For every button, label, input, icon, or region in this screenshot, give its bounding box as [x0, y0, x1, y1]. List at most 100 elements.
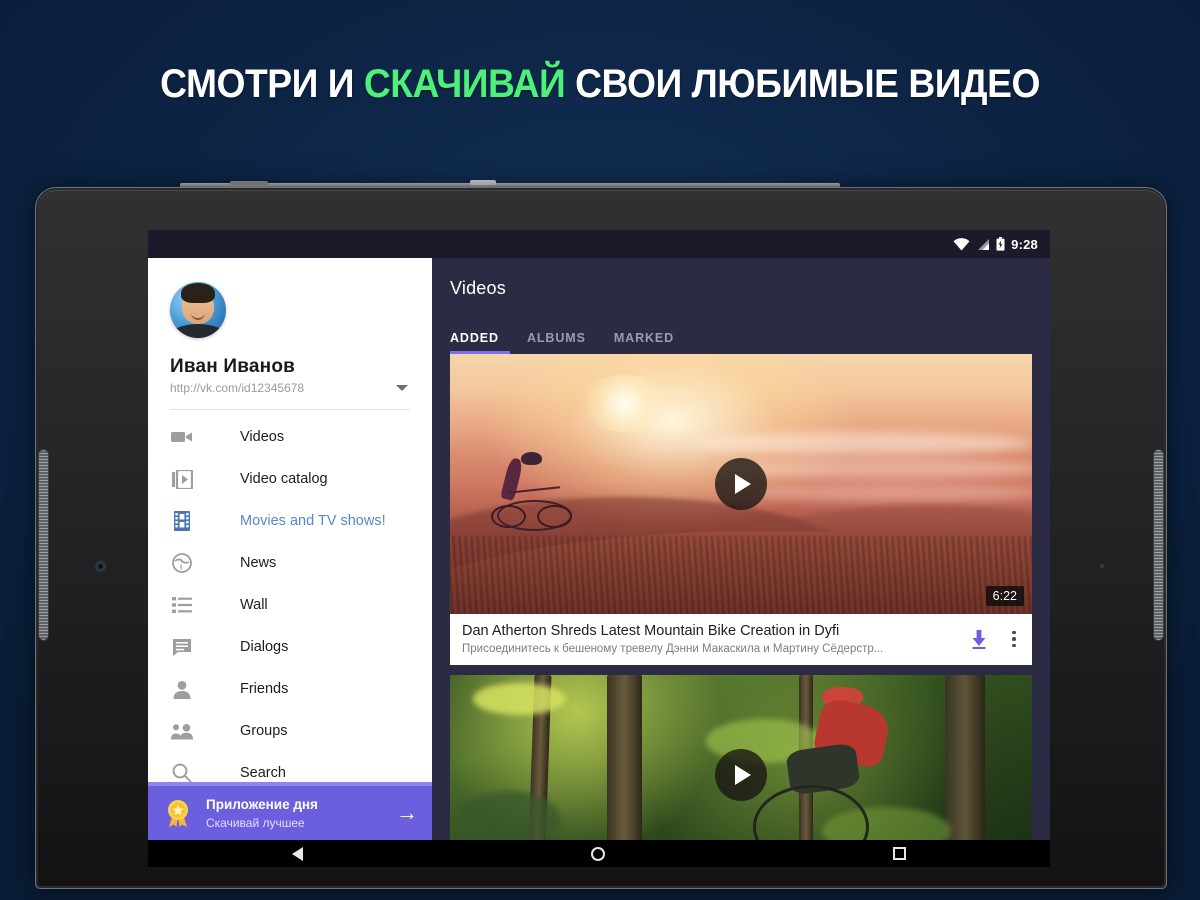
globe-icon — [170, 551, 194, 575]
sidebar-item-dialogs[interactable]: Dialogs — [148, 626, 432, 668]
sidebar-item-label: Videos — [240, 429, 285, 445]
sidebar-item-label: Video catalog — [240, 471, 328, 487]
headline-before: СМОТРИ И — [160, 62, 364, 106]
user-url-row[interactable]: http://vk.com/id12345678 — [170, 381, 410, 395]
android-nav-bar — [148, 840, 1050, 867]
tablet-screen: 9:28 Иван Иванов http://vk.com/id1234567… — [148, 230, 1050, 867]
film-strip-icon — [170, 509, 194, 533]
more-vertical-icon[interactable] — [1006, 630, 1022, 648]
play-triangle — [735, 474, 751, 494]
tablet-edge-notch — [470, 180, 496, 185]
recents-nav-button[interactable] — [893, 847, 906, 860]
sensor-dot — [1100, 564, 1104, 568]
app-bar: Videos — [432, 258, 1050, 318]
dot — [1012, 630, 1016, 635]
promo-subtitle: Скачивай лучшее — [206, 816, 305, 830]
tab-marked[interactable]: MARKED — [614, 331, 674, 354]
video-meta: Dan Atherton Shreds Latest Mountain Bike… — [450, 614, 1032, 665]
sidebar-item-label: Dialogs — [240, 639, 289, 655]
wifi-icon — [953, 237, 970, 250]
video-subtitle: Присоединитесь к бешеному тревелу Дэнни … — [462, 643, 884, 655]
dot — [1012, 643, 1016, 648]
person-icon — [170, 677, 194, 701]
video-meta-text: Dan Atherton Shreds Latest Mountain Bike… — [462, 623, 956, 655]
video-actions — [956, 628, 1022, 650]
promo-top-strip — [148, 782, 432, 786]
people-icon — [170, 719, 194, 743]
back-nav-button[interactable] — [292, 846, 303, 861]
avatar[interactable] — [170, 282, 226, 338]
grass-texture — [450, 536, 1032, 614]
battery-charging-icon — [996, 237, 1005, 251]
sidebar-item-news[interactable]: News — [148, 542, 432, 584]
sidebar-item-label: Groups — [240, 723, 288, 739]
sidebar-item-label: Friends — [240, 681, 289, 697]
video-card[interactable]: 6:22 Dan Atherton Shreds Latest Mountain… — [450, 354, 1032, 665]
arrow-right-icon[interactable]: → — [396, 802, 418, 824]
dot — [1012, 637, 1016, 641]
tablet-edge-notch — [230, 181, 268, 185]
avatar-hair — [181, 283, 215, 304]
play-icon[interactable] — [715, 458, 767, 510]
user-url: http://vk.com/id12345678 — [170, 381, 305, 395]
sidebar-item-wall[interactable]: Wall — [148, 584, 432, 626]
video-thumbnail-forest-mountain-bike[interactable] — [450, 675, 1032, 840]
sidebar-item-label: Movies and TV shows! — [240, 513, 386, 529]
home-nav-button[interactable] — [591, 846, 605, 861]
page-headline: СМОТРИ И СКАЧИВАЙ СВОИ ЛЮБИМЫЕ ВИДЕО — [42, 62, 1158, 107]
chat-bubble-icon — [170, 635, 194, 659]
tab-bar: ADDED ALBUMS MARKED — [432, 318, 1050, 354]
speaker-grille-right — [1154, 450, 1163, 640]
promo-text: Приложение дня Скачивай лучшее — [206, 796, 396, 830]
cloud-layer — [752, 484, 1032, 503]
signal-icon — [978, 238, 990, 250]
chevron-down-icon[interactable] — [396, 385, 408, 391]
navigation-drawer: Иван Иванов http://vk.com/id12345678 Vid… — [148, 258, 432, 840]
foliage — [455, 791, 561, 840]
play-triangle — [735, 765, 751, 785]
app-body: Иван Иванов http://vk.com/id12345678 Vid… — [148, 258, 1050, 840]
tree-trunk — [607, 675, 643, 840]
page-title: Videos — [450, 277, 506, 298]
video-card[interactable] — [450, 675, 1032, 840]
sun-glow — [578, 374, 672, 432]
medal-award-icon — [162, 797, 194, 829]
headline-accent: СКАЧИВАЙ — [363, 62, 566, 106]
sidebar-item-friends[interactable]: Friends — [148, 668, 432, 710]
sidebar-item-videos[interactable]: Videos — [148, 416, 432, 458]
front-camera-icon — [96, 562, 105, 571]
download-icon[interactable] — [968, 628, 990, 650]
tab-albums[interactable]: ALBUMS — [527, 331, 586, 354]
sidebar-item-label: Wall — [240, 597, 268, 613]
video-title: Dan Atherton Shreds Latest Mountain Bike… — [462, 623, 840, 639]
content-pane: Videos ADDED ALBUMS MARKED 6:22 Dan Athe… — [432, 258, 1050, 840]
sidebar-item-video-catalog[interactable]: Video catalog — [148, 458, 432, 500]
user-name: Иван Иванов — [170, 356, 296, 377]
status-bar: 9:28 — [148, 230, 1050, 258]
speaker-grille-left — [39, 450, 48, 640]
list-icon — [170, 593, 194, 617]
cloud-layer — [694, 432, 1032, 456]
sidebar-item-movies-and-tv-shows[interactable]: Movies and TV shows! — [148, 500, 432, 542]
promo-title: Приложение дня — [206, 797, 318, 812]
rider-helmet — [521, 451, 542, 465]
play-icon[interactable] — [715, 749, 767, 801]
status-bar-time: 9:28 — [1011, 236, 1038, 252]
drawer-header: Иван Иванов http://vk.com/id12345678 — [148, 258, 432, 410]
tablet-device: 9:28 Иван Иванов http://vk.com/id1234567… — [36, 188, 1166, 888]
headline-after: СВОИ ЛЮБИМЫЕ ВИДЕО — [565, 62, 1040, 106]
sidebar-item-label: Search — [240, 765, 286, 781]
bike-wheel-rear — [490, 504, 526, 529]
video-list[interactable]: 6:22 Dan Atherton Shreds Latest Mountain… — [432, 354, 1050, 840]
video-catalog-icon — [170, 467, 194, 491]
sidebar-item-label: News — [240, 555, 277, 571]
promo-banner-app-of-the-day[interactable]: Приложение дня Скачивай лучшее → — [148, 782, 432, 840]
foliage — [473, 683, 567, 715]
tree-trunk — [944, 675, 986, 840]
video-duration-badge: 6:22 — [985, 586, 1024, 606]
video-camera-icon — [170, 425, 194, 449]
video-thumbnail-sunset-mountain-bike[interactable]: 6:22 — [450, 354, 1032, 614]
sidebar-item-groups[interactable]: Groups — [148, 710, 432, 752]
rider-body — [500, 456, 525, 501]
bike-wheel — [752, 785, 870, 840]
